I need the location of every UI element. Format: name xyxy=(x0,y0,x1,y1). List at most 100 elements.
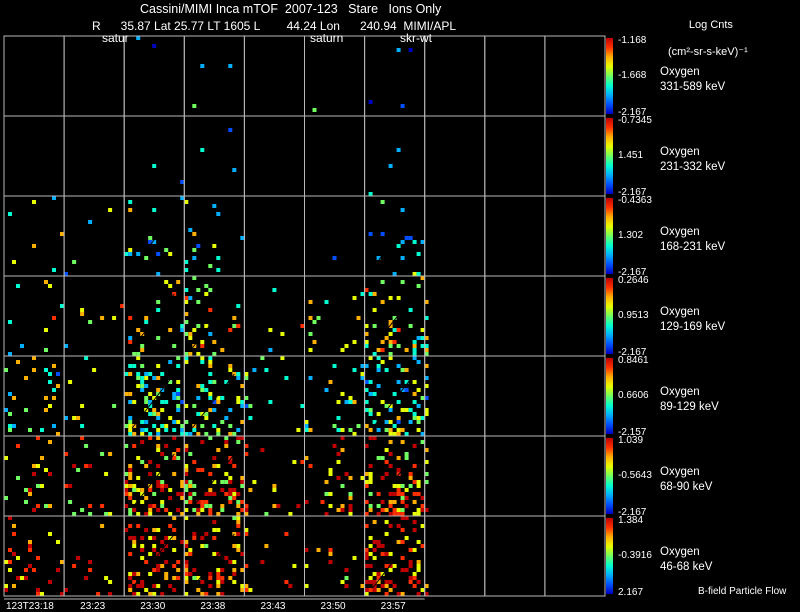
data-pixel xyxy=(380,584,385,588)
data-pixel xyxy=(344,568,349,572)
data-pixel xyxy=(164,424,169,428)
data-pixel xyxy=(128,372,133,376)
colorbar-mid-label: -1.668 xyxy=(618,70,647,81)
data-pixel xyxy=(388,568,393,572)
data-pixel xyxy=(408,48,413,52)
data-pixel xyxy=(348,400,353,404)
data-pixel xyxy=(312,340,317,344)
data-pixel xyxy=(208,576,213,580)
data-pixel xyxy=(180,428,185,432)
data-pixel xyxy=(28,544,32,548)
data-pixel xyxy=(232,572,237,576)
data-pixel xyxy=(208,488,213,492)
data-pixel xyxy=(232,316,237,320)
data-pixel xyxy=(200,508,205,512)
colorbar-mid-label: 0.6606 xyxy=(618,390,649,401)
data-pixel xyxy=(364,340,369,344)
data-pixel xyxy=(392,512,397,516)
data-pixel xyxy=(212,244,217,248)
data-pixel xyxy=(396,380,401,384)
data-pixel xyxy=(364,324,369,328)
data-pixel xyxy=(152,424,157,428)
panel-species-label: Oxygen xyxy=(660,146,700,158)
data-pixel xyxy=(216,528,221,532)
data-pixel xyxy=(128,340,133,344)
colorbar-max-label: 1.039 xyxy=(618,435,644,446)
grid-cell xyxy=(484,355,546,437)
data-pixel xyxy=(412,240,417,244)
data-pixel xyxy=(184,296,189,300)
panel-energy-label: 68-90 keV xyxy=(660,481,713,493)
data-pixel xyxy=(368,472,373,476)
data-pixel xyxy=(244,528,249,532)
data-pixel xyxy=(128,248,133,252)
data-pixel xyxy=(284,580,289,584)
data-pixel xyxy=(156,300,161,304)
data-pixel xyxy=(212,520,217,524)
data-pixel xyxy=(228,480,233,484)
data-pixel xyxy=(244,564,249,568)
data-pixel xyxy=(404,456,409,460)
grid-cell xyxy=(304,195,366,277)
data-pixel xyxy=(412,480,417,484)
data-pixel xyxy=(392,424,397,428)
data-pixel xyxy=(288,584,293,588)
data-pixel xyxy=(304,500,309,504)
data-pixel xyxy=(32,200,36,204)
data-pixel xyxy=(140,420,145,424)
data-pixel xyxy=(200,440,205,444)
data-pixel xyxy=(240,436,245,440)
data-pixel xyxy=(400,484,405,488)
data-pixel xyxy=(140,440,145,444)
data-pixel xyxy=(424,592,429,596)
data-pixel xyxy=(416,540,421,544)
data-pixel xyxy=(128,508,133,512)
data-pixel xyxy=(368,536,373,540)
data-pixel xyxy=(384,420,389,424)
data-pixel xyxy=(188,480,193,484)
data-pixel xyxy=(188,432,193,436)
data-pixel xyxy=(156,484,161,488)
data-pixel xyxy=(404,516,409,520)
data-pixel xyxy=(156,564,161,568)
data-pixel xyxy=(240,588,245,592)
data-pixel xyxy=(20,344,24,348)
data-pixel xyxy=(368,412,373,416)
data-pixel xyxy=(368,356,373,360)
data-pixel xyxy=(268,400,273,404)
data-pixel xyxy=(404,504,409,508)
data-pixel xyxy=(136,36,141,40)
panel-species-label: Oxygen xyxy=(660,466,700,478)
data-pixel xyxy=(128,492,133,496)
data-pixel xyxy=(220,480,225,484)
data-pixel xyxy=(308,316,313,320)
data-pixel xyxy=(400,496,405,500)
data-pixel xyxy=(140,584,145,588)
data-pixel xyxy=(208,308,213,312)
data-pixel xyxy=(372,292,377,296)
data-pixel xyxy=(412,348,417,352)
data-pixel xyxy=(160,500,165,504)
data-pixel xyxy=(392,432,397,436)
data-pixel xyxy=(36,436,40,440)
data-pixel xyxy=(232,580,237,584)
data-pixel xyxy=(400,408,405,412)
data-pixel xyxy=(44,504,48,508)
data-pixel xyxy=(148,572,153,576)
data-pixel xyxy=(176,404,181,408)
data-pixel xyxy=(416,492,421,496)
data-pixel xyxy=(196,512,201,516)
data-pixel xyxy=(216,512,221,516)
data-pixel xyxy=(180,196,185,200)
grid-cell xyxy=(243,515,305,597)
data-pixel xyxy=(8,424,12,428)
data-pixel xyxy=(292,564,297,568)
data-pixel xyxy=(216,464,221,468)
data-pixel xyxy=(148,412,153,416)
data-pixel xyxy=(72,512,77,516)
data-pixel xyxy=(216,576,221,580)
data-pixel xyxy=(136,512,141,516)
data-pixel xyxy=(364,588,369,592)
colorbar-mid-label: -0.5643 xyxy=(618,470,652,481)
data-pixel xyxy=(128,476,133,480)
